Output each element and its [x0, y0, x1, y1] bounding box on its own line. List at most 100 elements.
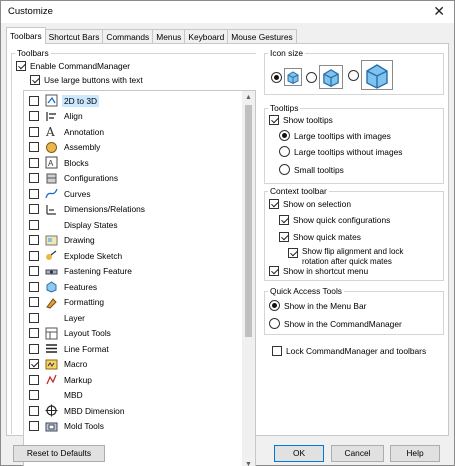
tab-commands[interactable]: Commands — [103, 29, 154, 44]
tab-mouse-gestures[interactable]: Mouse Gestures — [228, 29, 297, 44]
toolbar-list-checkbox[interactable] — [29, 204, 39, 215]
icon-size-medium-radio[interactable] — [306, 71, 317, 83]
configurations-icon — [45, 172, 58, 185]
toolbar-list-item[interactable]: Configurations — [24, 171, 243, 187]
show-in-shortcut-menu-option[interactable]: Show in shortcut menu — [269, 266, 368, 276]
toolbar-list-checkbox[interactable] — [29, 343, 39, 354]
show-flip-alignment-option[interactable]: Show flip alignment and lock rotation af… — [288, 247, 403, 267]
toolbar-list-item[interactable]: Display States — [24, 217, 243, 233]
show-quick-mates-checkbox[interactable] — [279, 232, 289, 242]
show-on-selection-option[interactable]: Show on selection — [269, 199, 351, 209]
toolbar-list-checkbox[interactable] — [29, 421, 39, 432]
show-quick-mates-option[interactable]: Show quick mates — [279, 232, 361, 242]
use-large-buttons-checkbox[interactable] — [30, 75, 40, 85]
enable-commandmanager-label: Enable CommandManager — [30, 61, 131, 71]
large-tooltips-images-radio[interactable] — [279, 130, 290, 141]
toolbar-list-item[interactable]: Formatting — [24, 295, 243, 311]
small-tooltips-radio[interactable] — [279, 164, 290, 175]
tab-menus[interactable]: Menus — [153, 29, 186, 44]
show-tooltips-checkbox[interactable] — [269, 115, 279, 125]
toolbar-list-item[interactable]: Align — [24, 109, 243, 125]
toolbar-list-item[interactable]: Layout Tools — [24, 326, 243, 342]
lock-commandmanager-option[interactable]: Lock CommandManager and toolbars — [272, 346, 426, 356]
large-tooltips-no-images-label: Large tooltips without images — [294, 146, 403, 157]
toolbar-list-checkbox[interactable] — [29, 405, 39, 416]
icon-size-medium-option[interactable] — [306, 65, 343, 89]
enable-commandmanager-checkbox[interactable] — [16, 61, 26, 71]
show-in-commandmanager-option[interactable]: Show in the CommandManager — [269, 318, 402, 329]
scroll-thumb[interactable] — [245, 105, 252, 337]
large-tooltips-no-images-option[interactable]: Large tooltips without images — [279, 146, 402, 157]
toolbar-list-item[interactable]: Fastening Feature — [24, 264, 243, 280]
toolbar-list-item[interactable]: Curves — [24, 186, 243, 202]
toolbar-list-checkbox[interactable] — [29, 297, 39, 308]
show-on-selection-checkbox[interactable] — [269, 199, 279, 209]
show-quick-configurations-option[interactable]: Show quick configurations — [279, 215, 390, 225]
lock-commandmanager-checkbox[interactable] — [272, 346, 282, 356]
toolbar-list-item[interactable]: A Blocks — [24, 155, 243, 171]
toolbar-list-checkbox[interactable] — [29, 390, 39, 401]
tab-keyboard[interactable]: Keyboard — [185, 29, 229, 44]
icon-size-large-option[interactable] — [348, 60, 393, 90]
icon-size-large-radio[interactable] — [348, 69, 359, 81]
scroll-down-icon[interactable]: ▼ — [242, 458, 255, 466]
show-quick-configurations-checkbox[interactable] — [279, 215, 289, 225]
show-in-commandmanager-label: Show in the CommandManager — [284, 318, 402, 329]
toolbar-list-checkbox[interactable] — [29, 374, 39, 385]
toolbar-list-checkbox[interactable] — [29, 266, 39, 277]
toolbar-list-checkbox[interactable] — [29, 126, 39, 137]
toolbar-list-item[interactable]: 2D to 3D — [24, 93, 243, 109]
toolbar-list-checkbox[interactable] — [29, 157, 39, 168]
toolbar-list-item[interactable]: Drawing — [24, 233, 243, 249]
tab-toolbars[interactable]: Toolbars — [6, 27, 46, 44]
toolbar-list-item[interactable]: Layer — [24, 310, 243, 326]
toolbar-list-item[interactable]: Dimensions/Relations — [24, 202, 243, 218]
toolbar-list-checkbox[interactable] — [29, 235, 39, 246]
toolbar-list-item[interactable]: MBD — [24, 388, 243, 404]
toolbar-list-checkbox[interactable] — [29, 312, 39, 323]
toolbar-list-checkbox[interactable] — [29, 328, 39, 339]
cube-medium-icon — [319, 65, 343, 89]
tab-shortcut-bars[interactable]: Shortcut Bars — [45, 29, 104, 44]
icon-size-small-option[interactable] — [271, 68, 302, 86]
reset-to-defaults-button[interactable]: Reset to Defaults — [13, 445, 105, 462]
scroll-up-icon[interactable]: ▲ — [242, 91, 255, 104]
toolbar-list-checkbox[interactable] — [29, 142, 39, 153]
show-in-menu-bar-radio[interactable] — [269, 300, 280, 311]
toolbar-list[interactable]: 2D to 3D Align A Annotation Assembly A Blocks C… — [23, 90, 256, 466]
toolbar-list-item[interactable]: Explode Sketch — [24, 248, 243, 264]
toolbar-list-item[interactable]: Macro — [24, 357, 243, 373]
toolbar-list-item[interactable]: Markup — [24, 372, 243, 388]
cancel-button[interactable]: Cancel — [331, 445, 384, 462]
large-tooltips-images-option[interactable]: Large tooltips with images — [279, 130, 391, 141]
ok-button[interactable]: OK — [274, 445, 324, 462]
show-in-commandmanager-radio[interactable] — [269, 318, 280, 329]
toolbar-list-item[interactable]: A Annotation — [24, 124, 243, 140]
toolbar-list-scrollbar[interactable]: ▲ ▼ — [242, 91, 255, 466]
toolbar-list-item[interactable]: Mold Tools — [24, 419, 243, 435]
help-button[interactable]: Help — [390, 445, 440, 462]
toolbar-list-checkbox[interactable] — [29, 173, 39, 184]
toolbar-list-checkbox[interactable] — [29, 95, 39, 106]
show-flip-alignment-checkbox[interactable] — [288, 248, 298, 258]
small-tooltips-option[interactable]: Small tooltips — [279, 164, 344, 175]
toolbar-list-item[interactable]: Assembly — [24, 140, 243, 156]
toolbar-list-item[interactable]: Line Format — [24, 341, 243, 357]
show-tooltips-option[interactable]: Show tooltips — [269, 115, 333, 125]
close-icon[interactable]: ✕ — [433, 3, 445, 20]
show-in-shortcut-menu-checkbox[interactable] — [269, 266, 279, 276]
use-large-buttons-option[interactable]: Use large buttons with text — [30, 75, 143, 85]
toolbar-list-item[interactable]: Features — [24, 279, 243, 295]
toolbar-list-checkbox[interactable] — [29, 188, 39, 199]
show-in-shortcut-menu-label: Show in shortcut menu — [283, 266, 369, 276]
toolbar-list-checkbox[interactable] — [29, 111, 39, 122]
toolbar-list-checkbox[interactable] — [29, 359, 39, 370]
icon-size-small-radio[interactable] — [271, 71, 282, 83]
toolbar-list-checkbox[interactable] — [29, 219, 39, 230]
toolbar-list-checkbox[interactable] — [29, 281, 39, 292]
toolbar-list-checkbox[interactable] — [29, 250, 39, 261]
toolbar-list-item[interactable]: MBD Dimension — [24, 403, 243, 419]
show-in-menu-bar-option[interactable]: Show in the Menu Bar — [269, 300, 366, 311]
large-tooltips-no-images-radio[interactable] — [279, 146, 290, 157]
enable-commandmanager-option[interactable]: Enable CommandManager — [16, 61, 130, 71]
